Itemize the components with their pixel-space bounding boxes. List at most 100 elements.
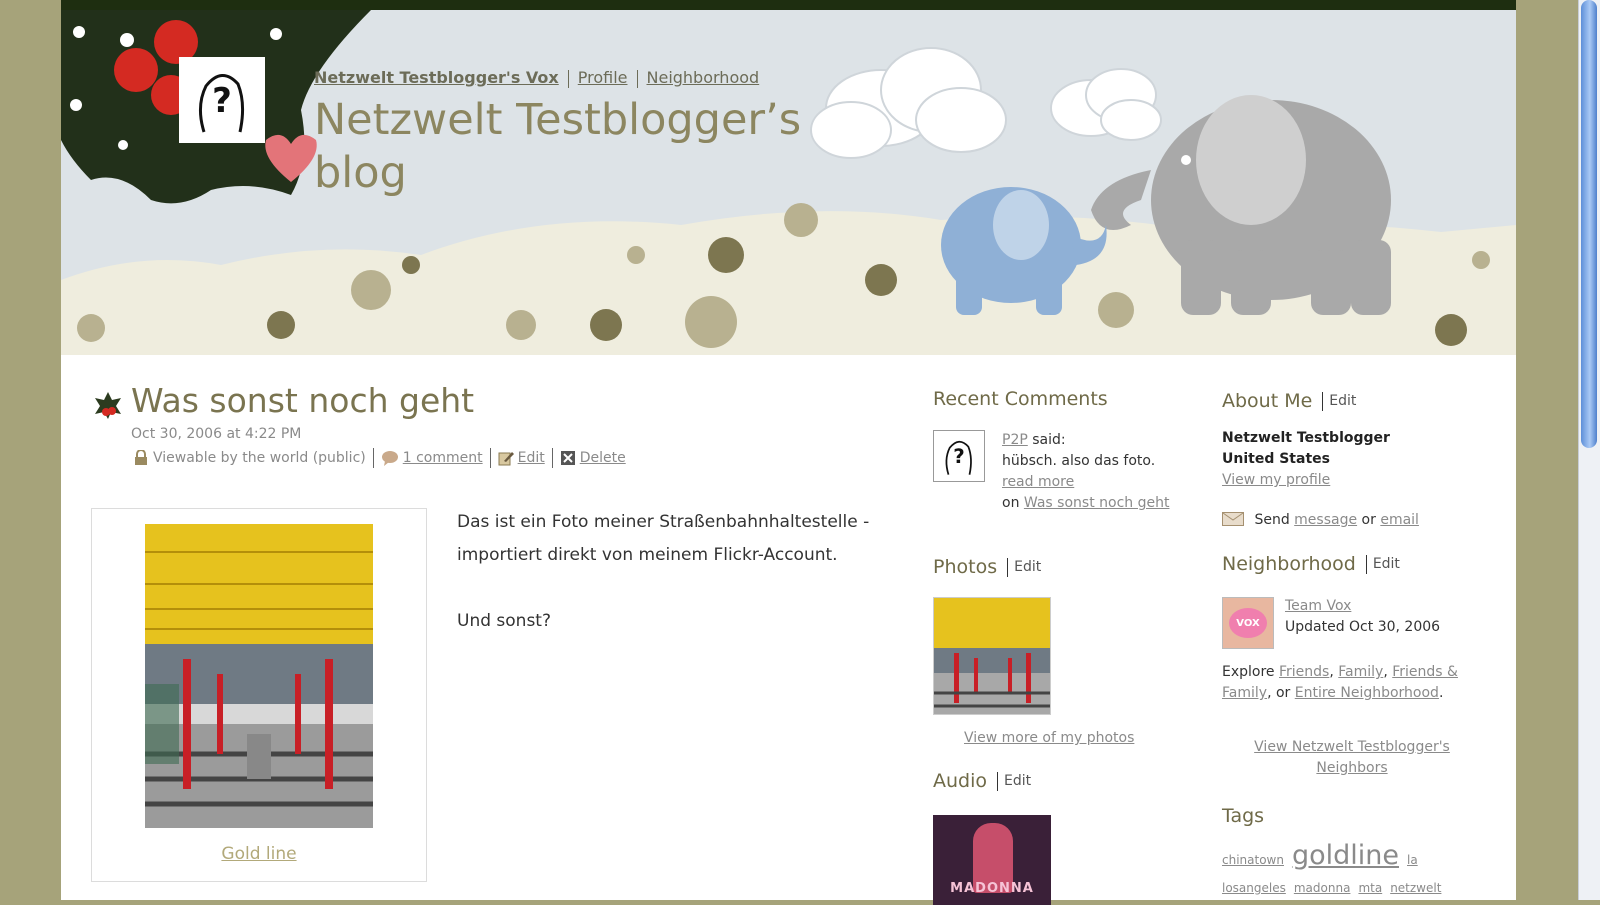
view-profile-wrap: View my profile xyxy=(1222,470,1330,491)
about-me-title: About Me xyxy=(1222,390,1313,412)
tag-link[interactable]: goldline xyxy=(1292,840,1399,871)
post-photo-frame: Gold line xyxy=(91,508,427,882)
audio-album-cover[interactable]: MADONNA xyxy=(933,815,1051,905)
view-profile-link[interactable]: View my profile xyxy=(1222,472,1330,488)
friends-link[interactable]: Friends xyxy=(1279,664,1329,680)
neighbor-entry: Team Vox Updated Oct 30, 2006 xyxy=(1285,596,1485,638)
team-vox-avatar[interactable]: VOX xyxy=(1222,597,1274,649)
send-contact: Send message or email xyxy=(1222,510,1419,531)
post-edit-link[interactable]: Edit xyxy=(518,450,545,466)
neighbor-updated: Updated Oct 30, 2006 xyxy=(1285,619,1441,635)
post-photo[interactable] xyxy=(145,524,373,828)
question-mark-avatar-icon: ? xyxy=(199,74,245,133)
nav-divider xyxy=(567,69,569,88)
delete-icon xyxy=(560,451,575,465)
post-visibility: Viewable by the world (public) xyxy=(153,450,366,466)
svg-text:?: ? xyxy=(953,445,965,468)
audio-edit-link[interactable]: Edit xyxy=(1004,773,1031,789)
post-body: Das ist ein Foto meiner Straßenbahnhalte… xyxy=(457,506,887,638)
about-me-heading: About Me Edit xyxy=(1222,390,1356,412)
explore-neighborhood: Explore Friends, Family, Friends & Famil… xyxy=(1222,664,1458,701)
audio-title: Audio xyxy=(933,770,988,792)
or-label: or xyxy=(1275,685,1291,701)
tag-link[interactable]: netzwelt xyxy=(1390,881,1441,895)
neighborhood-heading: Neighborhood Edit xyxy=(1222,553,1400,575)
photos-edit-link[interactable]: Edit xyxy=(1014,559,1041,575)
vox-heart-icon: VOX xyxy=(1229,608,1267,638)
read-more-link[interactable]: read more xyxy=(1002,474,1074,490)
holly-icon xyxy=(95,392,121,419)
neighborhood-edit-link[interactable]: Edit xyxy=(1373,556,1400,572)
tag-link[interactable]: chinatown xyxy=(1222,853,1284,867)
tag-link[interactable]: madonna xyxy=(1294,881,1351,895)
entire-neighborhood-link[interactable]: Entire Neighborhood xyxy=(1295,685,1439,701)
view-more-photos-link[interactable]: View more of my photos xyxy=(964,730,1134,746)
post-date: Oct 30, 2006 at 4:22 PM xyxy=(131,426,302,442)
heading-divider xyxy=(997,771,999,791)
comment-author-link[interactable]: P2P xyxy=(1002,432,1028,448)
view-more-photos-link-wrap: View more of my photos xyxy=(964,728,1134,749)
nav-profile-link[interactable]: Profile xyxy=(578,68,628,87)
tag-link[interactable]: mta xyxy=(1358,881,1382,895)
photos-title: Photos xyxy=(933,556,998,578)
family-link[interactable]: Family xyxy=(1338,664,1383,680)
blog-banner: ? Netzwelt Testblogger's Vox Profile Neigh… xyxy=(61,10,1516,355)
tags-heading: Tags xyxy=(1222,805,1264,827)
neighborhood-title: Neighborhood xyxy=(1222,553,1356,575)
comments-link[interactable]: 1 comment xyxy=(403,450,483,466)
tag-cloud: chinatown goldline la losangeles madonna mta… xyxy=(1222,842,1482,902)
photos-heading: Photos Edit xyxy=(933,556,1041,578)
recent-comments-heading: Recent Comments xyxy=(933,388,1108,410)
view-neighbors-link[interactable]: View Netzwelt Testblogger's Neighbors xyxy=(1254,739,1450,776)
blog-nav: Netzwelt Testblogger's Vox Profile Neighbo… xyxy=(314,68,759,88)
photo-thumbnail[interactable] xyxy=(933,597,1051,715)
profile-country: United States xyxy=(1222,451,1330,467)
blog-avatar[interactable]: ? xyxy=(179,57,265,143)
view-neighbors-wrap: View Netzwelt Testblogger's Neighbors xyxy=(1222,737,1482,779)
profile-name: Netzwelt Testblogger xyxy=(1222,430,1390,446)
send-label: Send xyxy=(1254,512,1290,528)
comment-post-link[interactable]: Was sonst noch geht xyxy=(1024,495,1170,511)
meta-divider xyxy=(372,448,374,468)
nav-neighborhood-link[interactable]: Neighborhood xyxy=(647,68,760,87)
tags-title: Tags xyxy=(1222,805,1265,827)
album-title: MADONNA xyxy=(950,881,1034,896)
recent-comments-title: Recent Comments xyxy=(933,388,1108,410)
edit-pencil-icon xyxy=(498,452,514,466)
nav-divider xyxy=(636,69,638,88)
post-delete-link[interactable]: Delete xyxy=(580,450,626,466)
post-paragraph: Das ist ein Foto meiner Straßenbahnhalte… xyxy=(457,512,870,565)
nav-vox-link[interactable]: Netzwelt Testblogger's Vox xyxy=(314,68,559,87)
about-details: Netzwelt Testblogger United States xyxy=(1222,428,1482,470)
question-mark-avatar-icon: ? xyxy=(945,440,972,475)
photo-caption-link[interactable]: Gold line xyxy=(92,844,426,864)
post-meta: Viewable by the world (public) 1 comment… xyxy=(133,448,626,468)
commenter-avatar[interactable]: ? xyxy=(933,430,985,482)
heading-divider xyxy=(1365,554,1367,574)
email-link[interactable]: email xyxy=(1380,512,1419,528)
post-paragraph: Und sonst? xyxy=(457,611,551,631)
heading-divider xyxy=(1007,557,1009,577)
tag-link[interactable]: la xyxy=(1407,853,1418,867)
top-bar xyxy=(61,0,1516,10)
message-link[interactable]: message xyxy=(1294,512,1357,528)
svg-text:?: ? xyxy=(212,81,232,121)
comment-text: hübsch. also das foto. xyxy=(1002,453,1156,469)
explore-label: Explore xyxy=(1222,664,1275,680)
comment-on: on xyxy=(1002,495,1020,511)
comment-icon xyxy=(381,451,398,466)
recent-comment: P2P said: hübsch. also das foto. read mo… xyxy=(1002,430,1202,514)
tag-link[interactable]: losangeles xyxy=(1222,881,1286,895)
lock-icon xyxy=(135,450,147,465)
heading-divider xyxy=(1322,391,1324,411)
comment-said: said: xyxy=(1032,432,1066,448)
about-edit-link[interactable]: Edit xyxy=(1329,393,1356,409)
post-title[interactable]: Was sonst noch geht xyxy=(131,381,474,420)
blog-title[interactable]: Netzwelt Testblogger’s blog xyxy=(314,94,834,200)
scrollbar-thumb[interactable] xyxy=(1581,0,1597,448)
audio-heading: Audio Edit xyxy=(933,770,1031,792)
team-vox-link[interactable]: Team Vox xyxy=(1285,598,1351,614)
meta-divider xyxy=(489,448,491,468)
or-label: or xyxy=(1361,512,1376,528)
envelope-icon xyxy=(1222,512,1244,526)
